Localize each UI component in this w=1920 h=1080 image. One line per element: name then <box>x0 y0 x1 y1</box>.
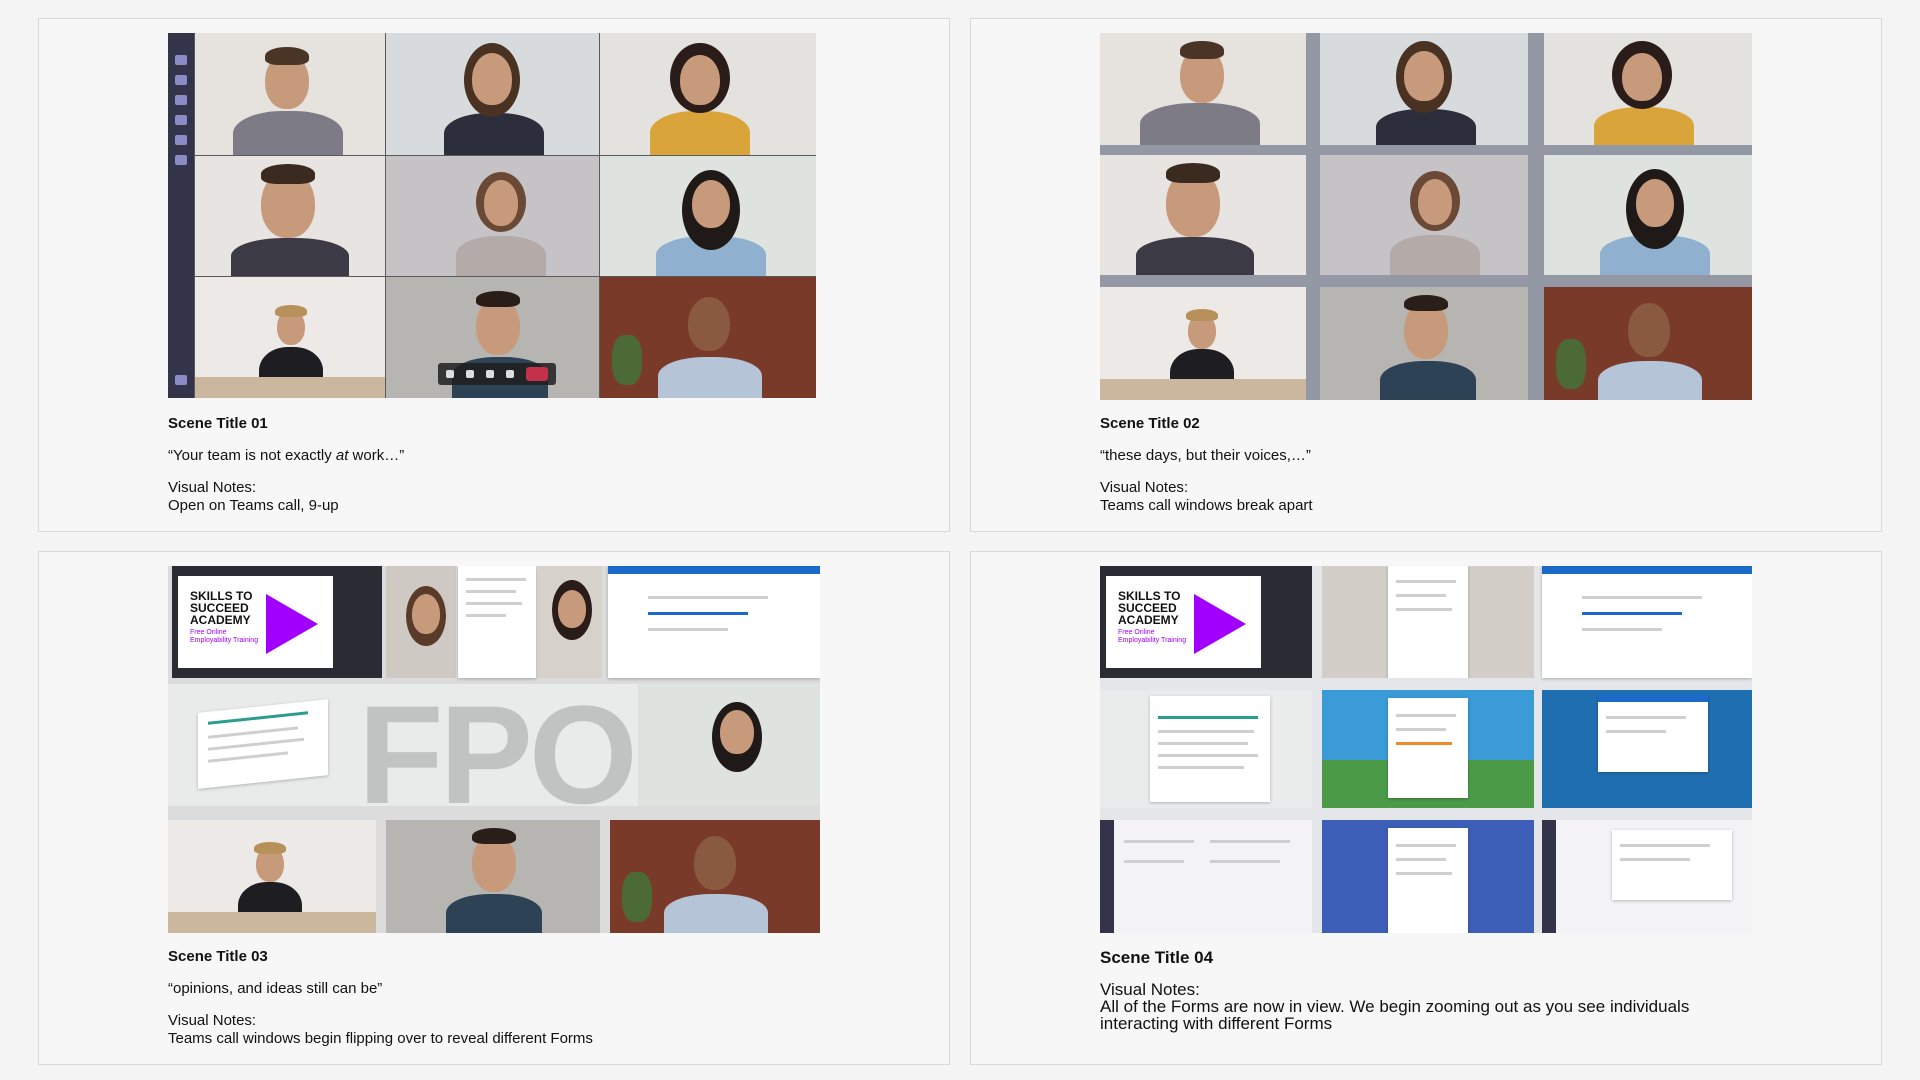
video-tile <box>195 277 385 398</box>
visual-notes-label: Visual Notes: <box>168 479 257 496</box>
teams-call-visual <box>168 33 816 398</box>
video-tile <box>1320 287 1528 400</box>
video-tile <box>1100 287 1306 400</box>
chat-icon <box>175 75 187 85</box>
form-preview <box>1542 566 1752 678</box>
calendar-icon <box>175 115 187 125</box>
forms-tile <box>1100 690 1312 808</box>
video-tile <box>386 33 599 155</box>
video-tile <box>1544 287 1752 400</box>
flipping-forms-visual: SKILLS TO SUCCEED ACADEMY Free Online Em… <box>168 566 820 933</box>
scene-text: Scene Title 01 “Your team is not exactly… <box>168 415 404 515</box>
teams-windows-visual <box>1100 33 1752 400</box>
teams-sidebar <box>168 33 194 398</box>
hangup-button[interactable] <box>526 367 548 381</box>
mic-icon[interactable] <box>466 370 474 378</box>
video-tile <box>638 684 820 806</box>
form-preview <box>1388 698 1468 798</box>
forms-tile <box>1322 690 1534 808</box>
video-tile <box>386 820 600 933</box>
scene-quote: “Your team is not exactly at work…” <box>168 447 405 464</box>
forms-tile <box>1542 820 1752 933</box>
fpo-watermark: FPO <box>358 684 638 806</box>
scene-quote: “opinions, and ideas still can be” <box>168 980 383 997</box>
visual-notes-text: All of the Forms are now in view. We beg… <box>1100 997 1690 1033</box>
call-controls <box>438 363 556 385</box>
video-tile <box>538 566 602 678</box>
video-tile <box>600 156 816 276</box>
accenture-chevron-icon <box>266 594 318 654</box>
more-icon[interactable] <box>506 370 514 378</box>
accenture-chevron-icon <box>1194 594 1246 654</box>
video-tile <box>610 820 820 933</box>
video-tile <box>168 820 376 933</box>
video-tile <box>1544 155 1752 275</box>
video-tile <box>195 156 385 276</box>
video-tile <box>195 33 385 155</box>
skills-video-tile: SKILLS TO SUCCEED ACADEMY Free Online Em… <box>172 566 382 678</box>
files-icon <box>175 155 187 165</box>
scene-title: Scene Title 04 <box>1100 948 1214 967</box>
visual-notes-text: Open on Teams call, 9-up <box>168 497 339 514</box>
forms-video-tile <box>1322 566 1534 678</box>
share-icon[interactable] <box>486 370 494 378</box>
forms-tile <box>1100 820 1312 933</box>
visual-notes-label: Visual Notes: <box>168 1012 257 1029</box>
scene-text: Scene Title 04 Visual Notes: All of the … <box>1100 948 1720 1033</box>
video-tile <box>600 277 816 398</box>
form-preview <box>1598 694 1708 772</box>
scene-panel-3: SKILLS TO SUCCEED ACADEMY Free Online Em… <box>38 551 950 1065</box>
form-preview <box>1388 828 1468 933</box>
form-preview <box>1150 696 1270 802</box>
skills-video-tile: SKILLS TO SUCCEED ACADEMY Free Online Em… <box>1100 566 1312 678</box>
video-tile <box>1100 155 1306 275</box>
video-tile <box>386 156 599 276</box>
form-preview <box>458 566 536 678</box>
flipping-band: FPO <box>168 684 820 806</box>
form-preview <box>608 566 820 678</box>
camera-icon[interactable] <box>446 370 454 378</box>
visual-notes-label: Visual Notes: <box>1100 980 1200 999</box>
activity-icon <box>175 55 187 65</box>
video-tile <box>1320 155 1528 275</box>
scene-panel-4: SKILLS TO SUCCEED ACADEMY Free Online Em… <box>970 551 1882 1065</box>
form-preview <box>198 699 328 789</box>
visual-notes-text: Teams call windows begin flipping over t… <box>168 1030 593 1047</box>
video-tile <box>1544 33 1752 145</box>
video-tile <box>600 33 816 155</box>
video-tile <box>1320 33 1528 145</box>
forms-tile <box>1322 820 1534 933</box>
forms-grid-visual: SKILLS TO SUCCEED ACADEMY Free Online Em… <box>1100 566 1752 933</box>
scene-panel-1: Scene Title 01 “Your team is not exactly… <box>38 18 950 532</box>
video-tile <box>1100 33 1306 145</box>
teams-icon <box>175 95 187 105</box>
scene-title: Scene Title 03 <box>168 948 268 965</box>
form-preview <box>1388 566 1468 678</box>
scene-panel-2: Scene Title 02 “these days, but their vo… <box>970 18 1882 532</box>
scene-quote: “these days, but their voices,…” <box>1100 447 1311 464</box>
scene-title: Scene Title 01 <box>168 415 268 432</box>
calls-icon <box>175 135 187 145</box>
video-tile <box>386 566 456 678</box>
forms-tile <box>1542 690 1752 808</box>
scene-text: Scene Title 02 “these days, but their vo… <box>1100 415 1313 515</box>
form-preview <box>1612 830 1732 900</box>
visual-notes-text: Teams call windows break apart <box>1100 497 1313 514</box>
skills-academy-card: SKILLS TO SUCCEED ACADEMY Free Online Em… <box>178 576 333 668</box>
scene-title: Scene Title 02 <box>1100 415 1200 432</box>
scene-text: Scene Title 03 “opinions, and ideas stil… <box>168 948 593 1048</box>
skills-academy-card: SKILLS TO SUCCEED ACADEMY Free Online Em… <box>1106 576 1261 668</box>
help-icon <box>175 375 187 385</box>
visual-notes-label: Visual Notes: <box>1100 479 1189 496</box>
